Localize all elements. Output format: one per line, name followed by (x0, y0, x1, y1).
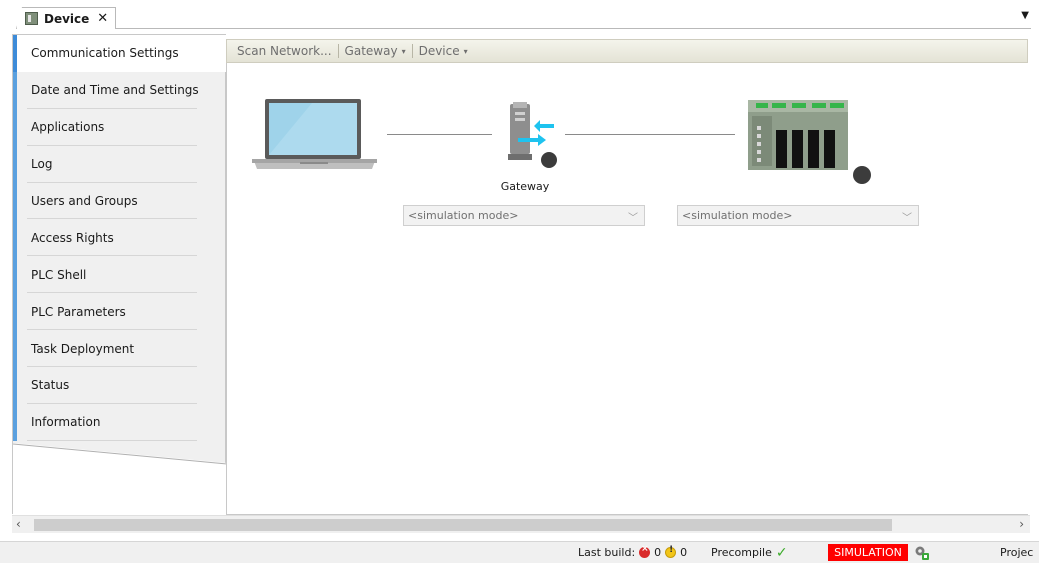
error-icon (639, 544, 651, 558)
nav-item-label: Users and Groups (31, 194, 138, 208)
scan-network-label: Scan Network... (237, 44, 332, 58)
nav-item-status[interactable]: Status (13, 367, 227, 404)
precompile-label: Precompile (711, 546, 772, 559)
gateway-menu-button[interactable]: Gateway ▾ (339, 44, 412, 58)
horizontal-scrollbar[interactable]: ‹ › (12, 515, 1030, 533)
tab-divider (115, 28, 1031, 29)
gateway-menu-label: Gateway (344, 44, 398, 58)
nav-item-plc-shell[interactable]: PLC Shell (13, 256, 227, 294)
scan-network-button[interactable]: Scan Network... (231, 44, 338, 58)
device-select[interactable]: <simulation mode> ﹀ (677, 205, 919, 226)
device-menu-label: Device (418, 44, 460, 58)
simulation-badge[interactable]: SIMULATION (828, 544, 908, 561)
warning-icon (665, 545, 677, 558)
settings-nav-list: Communication Settings Date and Time and… (13, 35, 227, 441)
gateway-select[interactable]: <simulation mode> ﹀ (403, 205, 645, 226)
editor-tab-bar: Device ✕ ▼ (0, 0, 1039, 30)
error-count: 0 (654, 546, 662, 559)
nav-item-date-time[interactable]: Date and Time and Settings (13, 71, 227, 109)
gateway-device-link (565, 134, 735, 135)
device-tab[interactable]: Device ✕ (16, 7, 116, 29)
close-icon[interactable]: ✕ (97, 11, 108, 26)
project-status-label: Projec (1000, 546, 1034, 559)
nav-item-label: Task Deployment (31, 341, 135, 356)
nav-item-task-deployment[interactable]: Task Deployment (13, 330, 227, 368)
nav-item-applications[interactable]: Applications (13, 108, 227, 146)
laptop-gateway-link (387, 134, 492, 135)
scroll-left-icon[interactable]: ‹ (16, 517, 21, 531)
scrollbar-thumb[interactable] (34, 519, 892, 531)
nav-item-label: PLC Shell (31, 267, 87, 282)
tab-title: Device (44, 11, 90, 26)
warning-count: 0 (680, 546, 688, 559)
communication-toolbar: Scan Network... Gateway ▾ Device ▾ (226, 39, 1028, 63)
nav-item-users-groups[interactable]: Users and Groups (13, 182, 227, 220)
chevron-down-icon: ﹀ (902, 213, 912, 224)
precompile-status[interactable]: Precompile ✓ (711, 544, 788, 561)
nav-item-access-rights[interactable]: Access Rights (13, 219, 227, 257)
checkmark-icon: ✓ (775, 544, 788, 561)
nav-item-label: Applications (31, 120, 105, 135)
chevron-down-icon: ﹀ (628, 213, 638, 224)
nav-item-log[interactable]: Log (13, 145, 227, 183)
nav-item-label: Status (31, 378, 70, 393)
laptop-icon (252, 99, 377, 169)
chevron-down-icon: ▾ (401, 46, 406, 56)
simulation-label: SIMULATION (834, 546, 902, 559)
nav-item-information[interactable]: Information (13, 403, 227, 441)
nav-item-label: Communication Settings (31, 46, 179, 61)
nav-item-label: Access Rights (31, 230, 114, 245)
gateway-select-value: <simulation mode> (408, 209, 519, 222)
settings-nav-panel: Communication Settings Date and Time and… (12, 34, 227, 515)
device-icon (25, 12, 38, 25)
gear-icon[interactable] (914, 545, 930, 561)
nav-item-plc-parameters[interactable]: PLC Parameters (13, 293, 227, 331)
nav-item-label: Information (31, 415, 101, 430)
nav-panel-divider (13, 443, 227, 465)
gateway-label: Gateway (500, 180, 550, 193)
gateway-icon[interactable] (498, 100, 558, 168)
status-bar: Last build: 0 0 Precompile ✓ SIMULATION … (0, 541, 1039, 563)
plc-device-icon[interactable] (748, 100, 878, 190)
device-menu-button[interactable]: Device ▾ (413, 44, 474, 58)
nav-item-label: PLC Parameters (31, 304, 126, 319)
nav-item-communication-settings[interactable]: Communication Settings (13, 35, 227, 72)
last-build-label: Last build: (578, 546, 636, 559)
nav-item-label: Date and Time and Settings (31, 83, 199, 98)
nav-item-label: Log (31, 157, 53, 172)
scroll-right-icon[interactable]: › (1019, 517, 1024, 531)
device-select-value: <simulation mode> (682, 209, 793, 222)
tab-list-dropdown-icon[interactable]: ▼ (1021, 10, 1029, 21)
last-build-status[interactable]: Last build: 0 0 (578, 544, 688, 559)
chevron-down-icon: ▾ (463, 46, 468, 56)
